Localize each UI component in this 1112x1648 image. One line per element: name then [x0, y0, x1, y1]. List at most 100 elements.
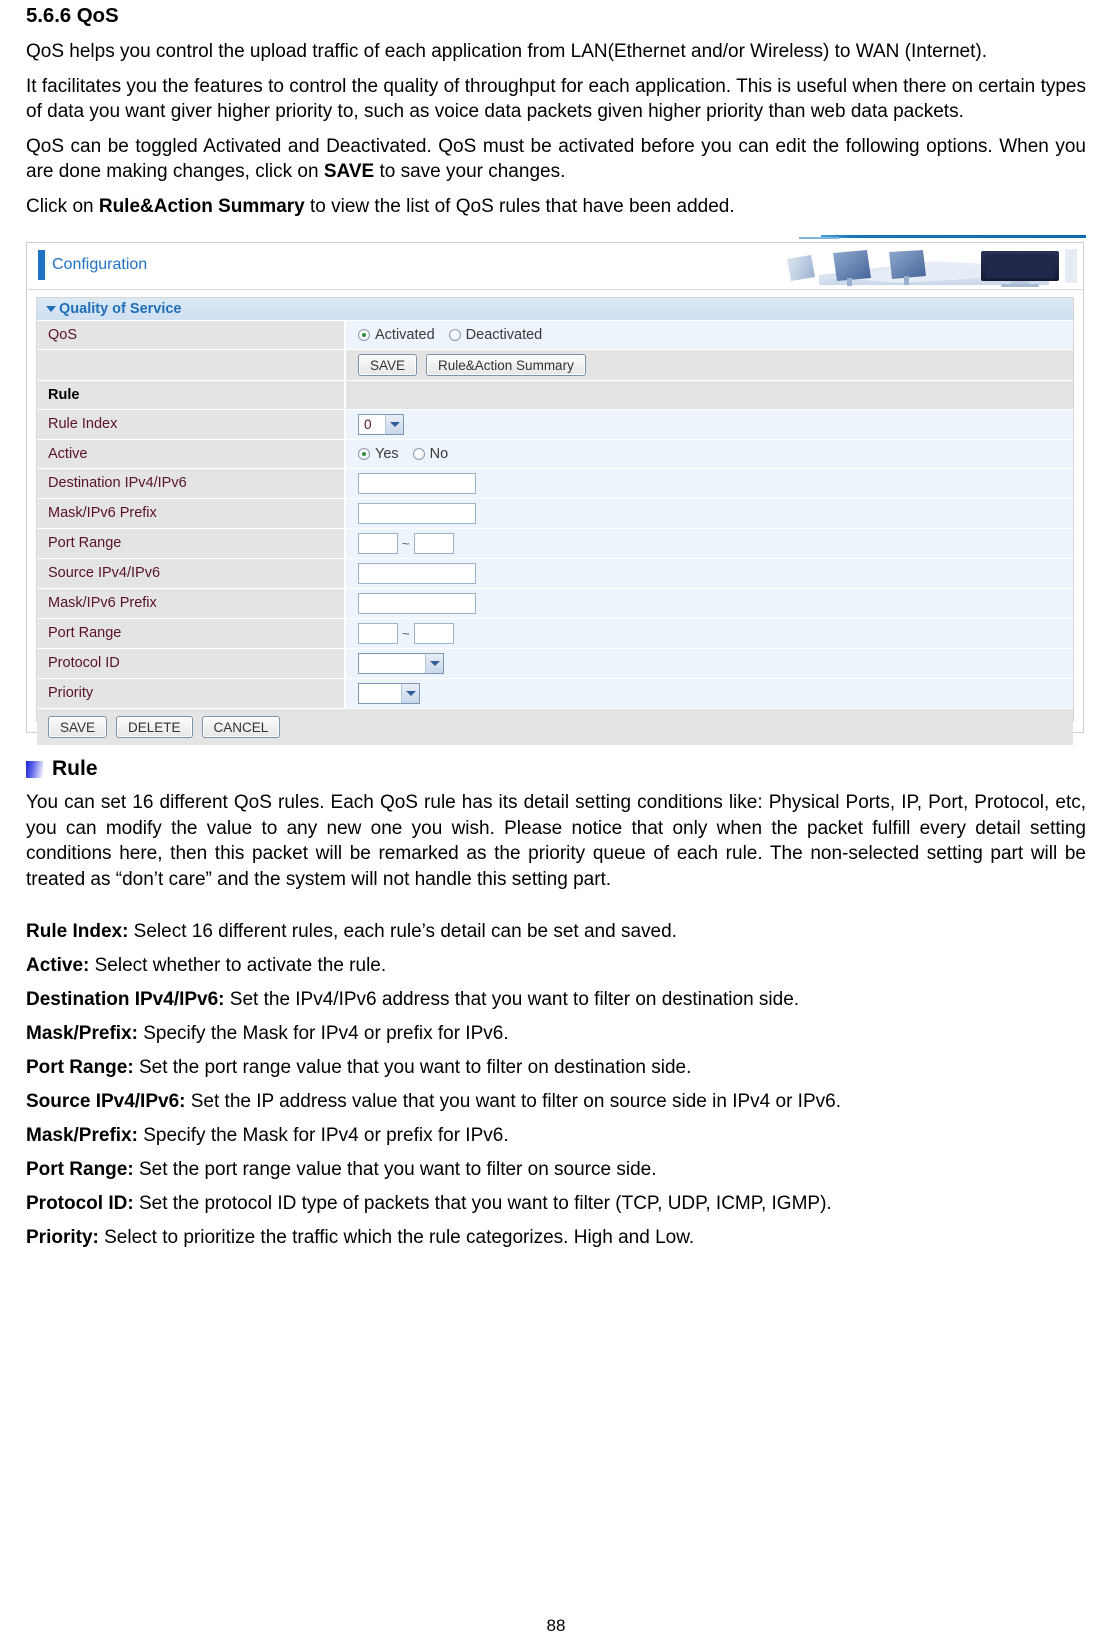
source-port-from-input[interactable]: [358, 623, 398, 644]
chevron-down-icon[interactable]: [425, 654, 443, 673]
row-rule-index-label: Rule Index: [37, 410, 346, 439]
qos-radio-group[interactable]: Activated Deactivated: [358, 327, 542, 343]
row-protocol-id-value: [346, 649, 1073, 678]
rule-delete-button[interactable]: DELETE: [116, 716, 193, 738]
destination-port-from-input[interactable]: [358, 533, 398, 554]
destination-ip-input[interactable]: [358, 473, 476, 494]
rule-description-paragraph: You can set 16 different QoS rules. Each…: [26, 792, 1086, 890]
rule-cancel-button[interactable]: CANCEL: [201, 716, 281, 738]
definition-destination-mask: Mask/Prefix: Specify the Mask for IPv4 o…: [26, 1012, 1086, 1046]
row-active-value: Yes No: [346, 440, 1073, 468]
rule-save-button[interactable]: SAVE: [48, 716, 108, 738]
configuration-header: Configuration: [27, 243, 1083, 290]
row-source-ip-label: Source IPv4/IPv6: [37, 559, 346, 588]
definition-description: Set the port range value that you want t…: [133, 1057, 692, 1078]
definition-term: Source IPv4/IPv6:: [26, 1091, 186, 1112]
configuration-title: Configuration: [52, 256, 148, 273]
intro-paragraph-3: QoS can be toggled Activated and Deactiv…: [26, 125, 1086, 185]
browser-content-frame: Configuration Quality of Service QoS Act…: [26, 242, 1084, 745]
definition-description: Select to prioritize the traffic which t…: [98, 1227, 695, 1248]
row-destination-mask-label: Mask/IPv6 Prefix: [37, 499, 346, 528]
qos-radio-deactivated[interactable]: Deactivated: [448, 327, 543, 343]
active-radio-yes[interactable]: Yes: [358, 446, 399, 462]
rule-action-summary-button[interactable]: Rule&Action Summary: [426, 354, 586, 376]
collapse-caret-icon[interactable]: [46, 306, 56, 312]
row-rule-index: Rule Index 0: [37, 410, 1073, 440]
definition-term: Protocol ID:: [26, 1193, 134, 1214]
definition-destination-port-range: Port Range: Set the port range value tha…: [26, 1046, 1086, 1080]
row-protocol-id: Protocol ID: [37, 649, 1073, 679]
source-port-to-input[interactable]: [413, 623, 454, 644]
para4-bold: Rule&Action Summary: [98, 195, 305, 217]
qos-save-button[interactable]: SAVE: [358, 354, 418, 376]
row-destination-ip: Destination IPv4/IPv6: [37, 469, 1073, 499]
row-destination-mask: Mask/IPv6 Prefix: [37, 499, 1073, 529]
para4-pre: Click on: [26, 195, 99, 217]
qos-action-buttons: SAVE Rule&Action Summary: [358, 354, 586, 376]
router-ui-screenshot: Configuration Quality of Service QoS Act…: [26, 235, 1086, 745]
definition-active: Active: Select whether to activate the r…: [26, 944, 1086, 978]
definition-description: Specify the Mask for IPv4 or prefix for …: [137, 1023, 509, 1044]
row-qos-actions-value: SAVE Rule&Action Summary: [346, 350, 1073, 380]
row-protocol-id-label: Protocol ID: [37, 649, 346, 678]
definition-description: Set the IPv4/IPv6 address that you want …: [224, 989, 800, 1010]
qos-panel-title: Quality of Service: [59, 301, 182, 317]
destination-port-range-separator: ~: [402, 536, 410, 551]
row-qos-value: Activated Deactivated: [346, 321, 1073, 349]
qos-radio-activated-label: Activated: [375, 327, 435, 343]
radio-selected-icon[interactable]: [358, 448, 370, 460]
configuration-accent-bar: [38, 250, 45, 280]
row-source-ip: Source IPv4/IPv6: [37, 559, 1073, 589]
chevron-down-icon[interactable]: [401, 684, 419, 703]
row-priority-value: [346, 679, 1073, 708]
definition-term: Port Range:: [26, 1159, 134, 1180]
destination-mask-input[interactable]: [358, 503, 476, 524]
radio-unselected-icon[interactable]: [448, 329, 461, 341]
definition-source-ip: Source IPv4/IPv6: Set the IP address val…: [26, 1080, 1086, 1114]
destination-port-to-input[interactable]: [413, 533, 454, 554]
definition-protocol-id: Protocol ID: Set the protocol ID type of…: [26, 1182, 1086, 1216]
row-rule-section: Rule: [37, 381, 1073, 410]
rule-index-selected-value: 0: [364, 417, 372, 432]
active-radio-no[interactable]: No: [412, 446, 448, 462]
row-qos-label: QoS: [37, 321, 346, 349]
chevron-down-icon[interactable]: [385, 415, 403, 434]
row-active-label: Active: [37, 440, 346, 468]
rule-subsection-label: Rule: [52, 757, 98, 780]
definition-description: Select whether to activate the rule.: [89, 955, 387, 976]
definition-term: Active:: [26, 955, 90, 976]
radio-selected-icon[interactable]: [358, 329, 370, 341]
row-source-port-range-value: ~: [346, 619, 1073, 648]
row-destination-port-range: Port Range ~: [37, 529, 1073, 559]
definition-description: Set the port range value that you want t…: [133, 1159, 657, 1180]
qos-radio-deactivated-label: Deactivated: [465, 327, 543, 343]
row-priority: Priority: [37, 679, 1073, 709]
row-destination-port-range-value: ~: [346, 529, 1073, 558]
rule-footer-buttons: SAVE DELETE CANCEL: [37, 709, 1073, 745]
source-mask-input[interactable]: [358, 593, 476, 614]
row-destination-ip-label: Destination IPv4/IPv6: [37, 469, 346, 498]
rule-index-select[interactable]: 0: [358, 414, 404, 435]
row-qos-actions-label-spacer: [37, 350, 346, 380]
decorative-top-rule-accent: [799, 237, 839, 239]
protocol-id-select[interactable]: [358, 653, 444, 674]
active-radio-group[interactable]: Yes No: [358, 446, 448, 462]
radio-unselected-icon[interactable]: [412, 448, 425, 460]
qos-radio-activated[interactable]: Activated: [358, 327, 435, 343]
row-source-ip-value: [346, 559, 1073, 588]
active-radio-yes-label: Yes: [375, 446, 399, 462]
qos-panel-header[interactable]: Quality of Service: [37, 298, 1073, 321]
row-destination-port-range-label: Port Range: [37, 529, 346, 558]
source-ip-input[interactable]: [358, 563, 476, 584]
page-title: 5.6.6 QoS: [26, 4, 119, 27]
definition-description: Specify the Mask for IPv4 or prefix for …: [137, 1125, 509, 1146]
priority-select[interactable]: [358, 683, 420, 704]
row-source-port-range: Port Range ~: [37, 619, 1073, 649]
para3-bold: SAVE: [323, 161, 375, 182]
row-source-mask-label: Mask/IPv6 Prefix: [37, 589, 346, 618]
intro-paragraph-4: Click on Rule&Action Summary to view the…: [26, 185, 1086, 220]
rule-section-spacer: [346, 381, 1073, 409]
gradient-square-icon: [26, 760, 43, 778]
document-page: 5.6.6 QoS QoS helps you control the uplo…: [0, 0, 1112, 1648]
row-qos: QoS Activated Deactivated: [37, 321, 1073, 350]
